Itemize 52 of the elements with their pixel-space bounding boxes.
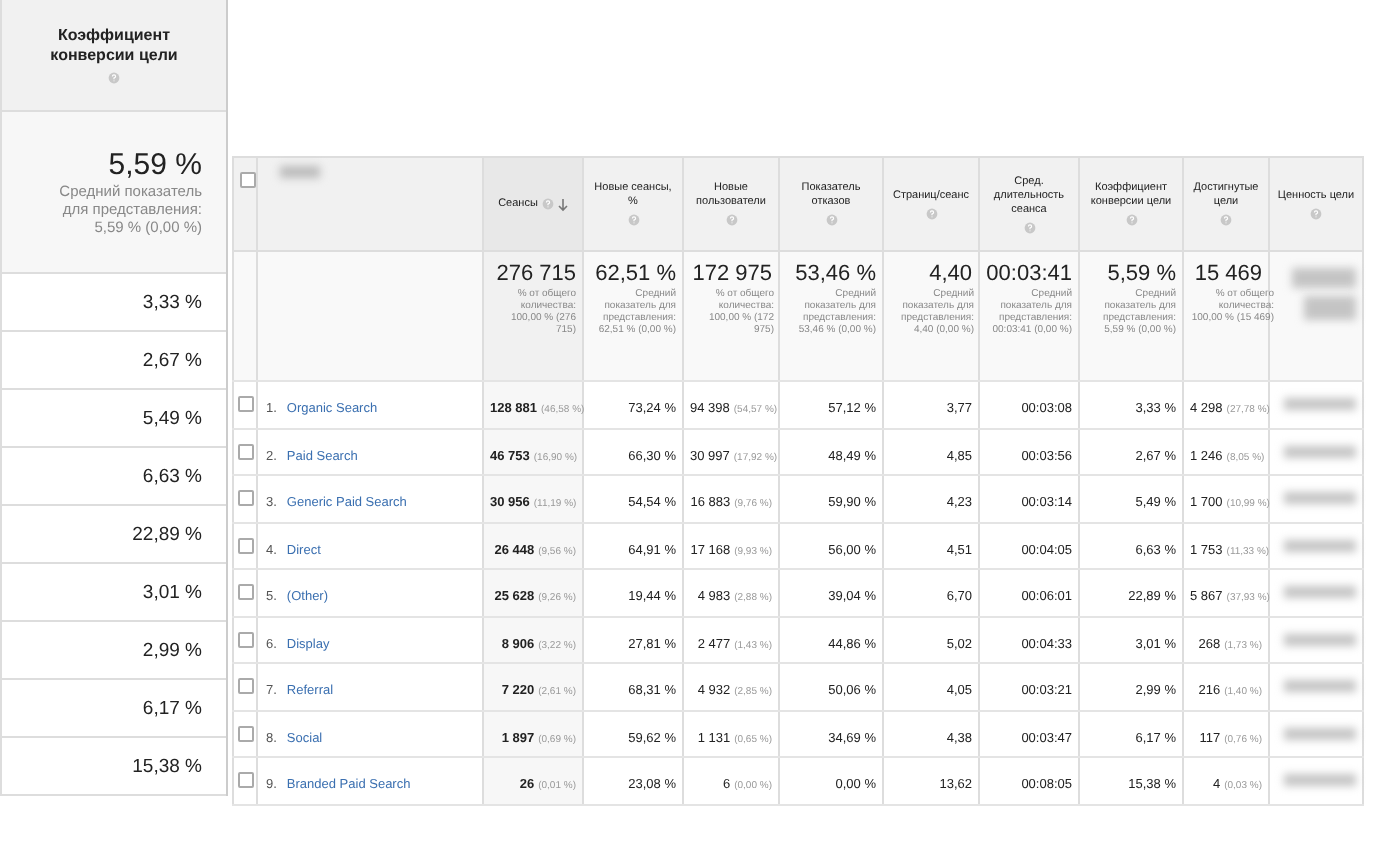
summary-value: 172 975 xyxy=(690,260,772,288)
summary-value: 53,46 % xyxy=(793,260,876,288)
help-icon[interactable] xyxy=(725,214,737,226)
table-cell: 2,99 % xyxy=(142,639,202,661)
table-cell: 15,38 % xyxy=(132,755,202,777)
summary-value: 276 715 xyxy=(494,260,576,288)
checkbox[interactable] xyxy=(238,678,254,695)
blurred-value xyxy=(1304,296,1356,320)
blurred-value xyxy=(1284,398,1356,411)
blurred-value xyxy=(1284,774,1356,787)
blurred-value xyxy=(1292,268,1356,288)
help-icon[interactable] xyxy=(1310,207,1322,219)
checkbox[interactable] xyxy=(238,772,254,789)
help-icon[interactable] xyxy=(108,72,120,84)
blurred-value xyxy=(1284,445,1356,458)
blurred-header xyxy=(280,166,320,178)
help-icon[interactable] xyxy=(925,207,937,219)
blurred-value xyxy=(1284,539,1356,552)
blurred-value xyxy=(1284,633,1356,646)
help-icon[interactable] xyxy=(1023,221,1035,233)
table-cell: 2,67 % xyxy=(142,349,202,371)
table-cell: 6,63 % xyxy=(142,465,202,487)
blurred-value xyxy=(1284,586,1356,599)
blurred-value xyxy=(1284,727,1356,740)
help-icon[interactable] xyxy=(627,214,639,226)
blurred-value xyxy=(1284,680,1356,693)
table-cell: 6,17 % xyxy=(142,697,202,719)
table-cell: 3,33 % xyxy=(142,291,202,313)
summary-value: 62,51 % xyxy=(593,260,676,288)
checkbox[interactable] xyxy=(239,171,255,188)
table-cell: 22,89 % xyxy=(132,523,202,545)
checkbox[interactable] xyxy=(238,584,254,601)
table-cell: 3,01 % xyxy=(142,581,202,603)
help-icon[interactable] xyxy=(1220,214,1232,226)
summary-value: 5,59 % xyxy=(1105,260,1176,288)
summary-value: 4,40 xyxy=(927,260,972,288)
summary-value: 00:03:41 xyxy=(986,260,1072,288)
checkbox[interactable] xyxy=(238,631,254,648)
blurred-value xyxy=(1284,492,1356,505)
help-icon[interactable] xyxy=(825,214,837,226)
help-icon[interactable] xyxy=(541,198,554,210)
checkbox[interactable] xyxy=(238,725,254,742)
checkbox[interactable] xyxy=(238,490,254,507)
checkbox[interactable] xyxy=(238,396,254,413)
checkbox[interactable] xyxy=(238,537,254,554)
table-cell: 5,49 % xyxy=(142,407,202,429)
help-icon[interactable] xyxy=(1125,214,1137,226)
sort-arrow-icon[interactable] xyxy=(557,197,568,211)
header-label: Коэффициент конверсии цели xyxy=(48,26,180,66)
checkbox[interactable] xyxy=(238,443,254,460)
summary-value: 5,59 % xyxy=(108,148,202,182)
summary-value: 15 469 xyxy=(1192,260,1262,288)
